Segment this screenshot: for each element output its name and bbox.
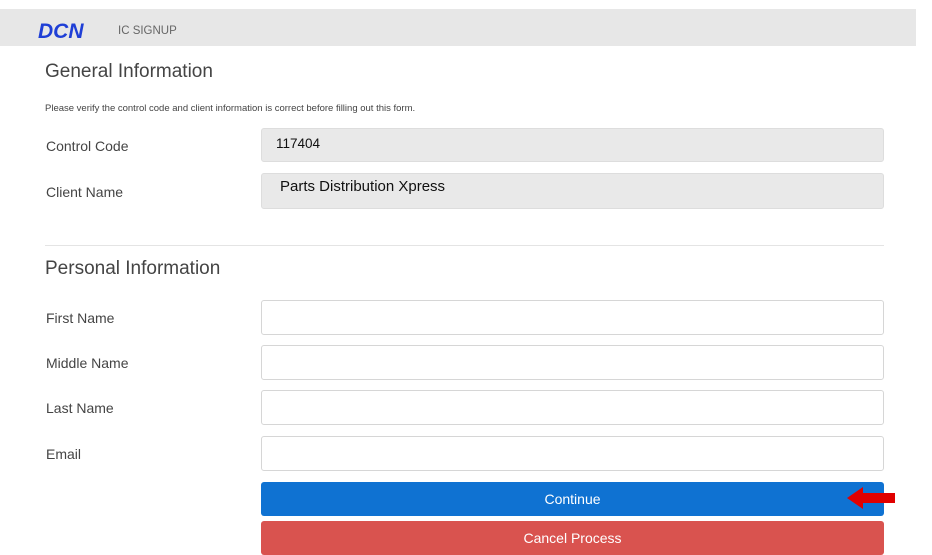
control-code-value: 117404: [261, 128, 884, 162]
middle-name-field[interactable]: [261, 345, 884, 380]
verification-instructions: Please verify the control code and clien…: [45, 103, 416, 114]
middle-name-label: Middle Name: [46, 355, 129, 371]
personal-information-heading: Personal Information: [45, 258, 221, 279]
last-name-label: Last Name: [46, 400, 114, 416]
client-name-value: Parts Distribution Xpress: [261, 173, 884, 209]
email-label: Email: [46, 446, 82, 462]
section-divider: [45, 245, 884, 246]
email-field[interactable]: [261, 436, 884, 471]
continue-button[interactable]: Continue: [261, 482, 884, 516]
first-name-field[interactable]: [261, 300, 884, 335]
last-name-field[interactable]: [261, 390, 884, 425]
app-title: IC SIGNUP: [118, 25, 177, 37]
dcn-logo: DCN: [38, 20, 84, 43]
general-information-heading: General Information: [45, 61, 213, 82]
arrow-left-icon: [847, 487, 895, 509]
control-code-label: Control Code: [46, 138, 129, 154]
first-name-label: First Name: [46, 310, 115, 326]
client-name-label: Client Name: [46, 184, 124, 200]
